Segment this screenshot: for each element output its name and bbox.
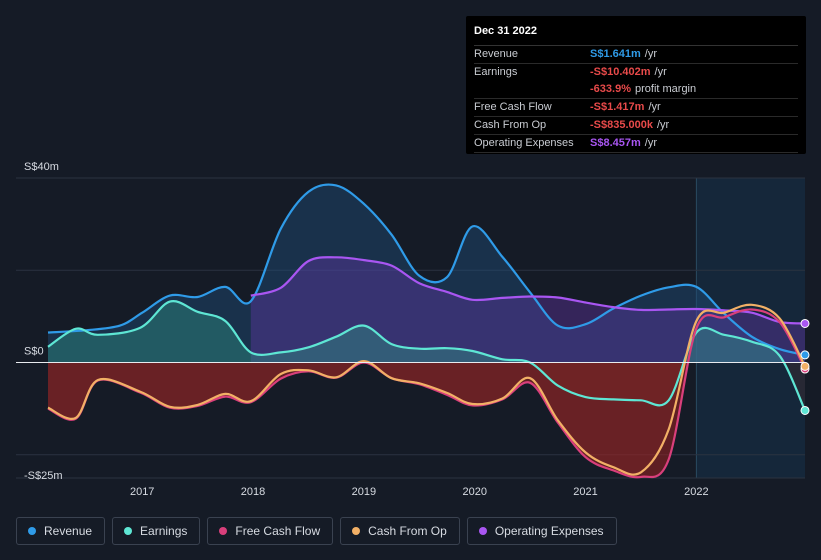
tooltip-row-earnings: Earnings -S$10.402m /yr <box>474 64 798 81</box>
tooltip-label <box>474 81 590 98</box>
tooltip-label: Cash From Op <box>474 119 547 131</box>
tooltip-label: Earnings <box>474 66 518 78</box>
tooltip-value: -633.9% <box>590 83 631 95</box>
x-axis-tick-label: 2018 <box>241 486 265 498</box>
revenue-end-dot <box>800 350 810 360</box>
tooltip-row-profit-margin: -633.9% profit margin <box>474 81 798 99</box>
legend-item-free-cash-flow[interactable]: Free Cash Flow <box>207 517 334 545</box>
tooltip-label: Revenue <box>474 48 519 60</box>
legend-label: Free Cash Flow <box>235 524 321 538</box>
tooltip-unit: /yr <box>648 101 661 113</box>
tooltip-unit: /yr <box>654 66 667 78</box>
tooltip-row-cash-from-op: Cash From Op -S$835.000k /yr <box>474 117 798 135</box>
legend-item-earnings[interactable]: Earnings <box>112 517 201 545</box>
x-axis-tick-label: 2019 <box>352 486 376 498</box>
tooltip-row-operating-expenses: Operating Expenses S$8.457m /yr <box>474 135 798 153</box>
tooltip-value: -S$10.402m <box>590 66 651 78</box>
y-axis-label: S$40m <box>24 161 59 173</box>
tooltip-date: Dec 31 2022 <box>474 23 798 46</box>
chart-legend: Revenue Earnings Free Cash Flow Cash Fro… <box>16 517 624 545</box>
opex-end-dot <box>800 318 810 328</box>
legend-label: Revenue <box>44 524 93 538</box>
y-axis-label: -S$25m <box>24 470 63 482</box>
cfo-end-dot <box>800 361 810 371</box>
tooltip-value: -S$1.417m <box>590 101 645 113</box>
tooltip-row-free-cash-flow: Free Cash Flow -S$1.417m /yr <box>474 99 798 117</box>
tooltip-row-revenue: Revenue S$1.641m /yr <box>474 46 798 64</box>
x-axis-tick-label: 2021 <box>573 486 597 498</box>
cash-from-op-dot-icon <box>352 527 361 535</box>
tooltip-label: Operating Expenses <box>474 137 574 149</box>
x-axis-tick-label: 2017 <box>130 486 154 498</box>
x-axis-tick-label: 2022 <box>684 486 708 498</box>
legend-label: Earnings <box>140 524 188 538</box>
earnings-dot-icon <box>124 527 133 535</box>
tooltip-value: -S$835.000k <box>590 119 653 131</box>
tooltip-unit: /yr <box>644 137 657 149</box>
x-axis-tick-label: 2020 <box>462 486 486 498</box>
legend-label: Operating Expenses <box>494 524 604 538</box>
tooltip-label: Free Cash Flow <box>474 101 552 113</box>
y-axis-label: S$0 <box>24 346 44 358</box>
tooltip-unit: /yr <box>644 48 657 60</box>
revenue-dot-icon <box>28 527 36 535</box>
free-cash-flow-dot-icon <box>219 527 228 535</box>
legend-item-cash-from-op[interactable]: Cash From Op <box>340 517 460 545</box>
tooltip-value: S$8.457m <box>590 137 641 149</box>
data-tooltip: Dec 31 2022 Revenue S$1.641m /yr Earning… <box>466 16 806 154</box>
legend-item-operating-expenses[interactable]: Operating Expenses <box>466 517 617 545</box>
tooltip-unit: profit margin <box>634 83 697 95</box>
legend-item-revenue[interactable]: Revenue <box>16 517 106 545</box>
operating-expenses-dot-icon <box>478 527 487 535</box>
earnings-end-dot <box>800 405 810 415</box>
tooltip-value: S$1.641m <box>590 48 641 60</box>
legend-label: Cash From Op <box>368 524 447 538</box>
tooltip-unit: /yr <box>657 119 670 131</box>
